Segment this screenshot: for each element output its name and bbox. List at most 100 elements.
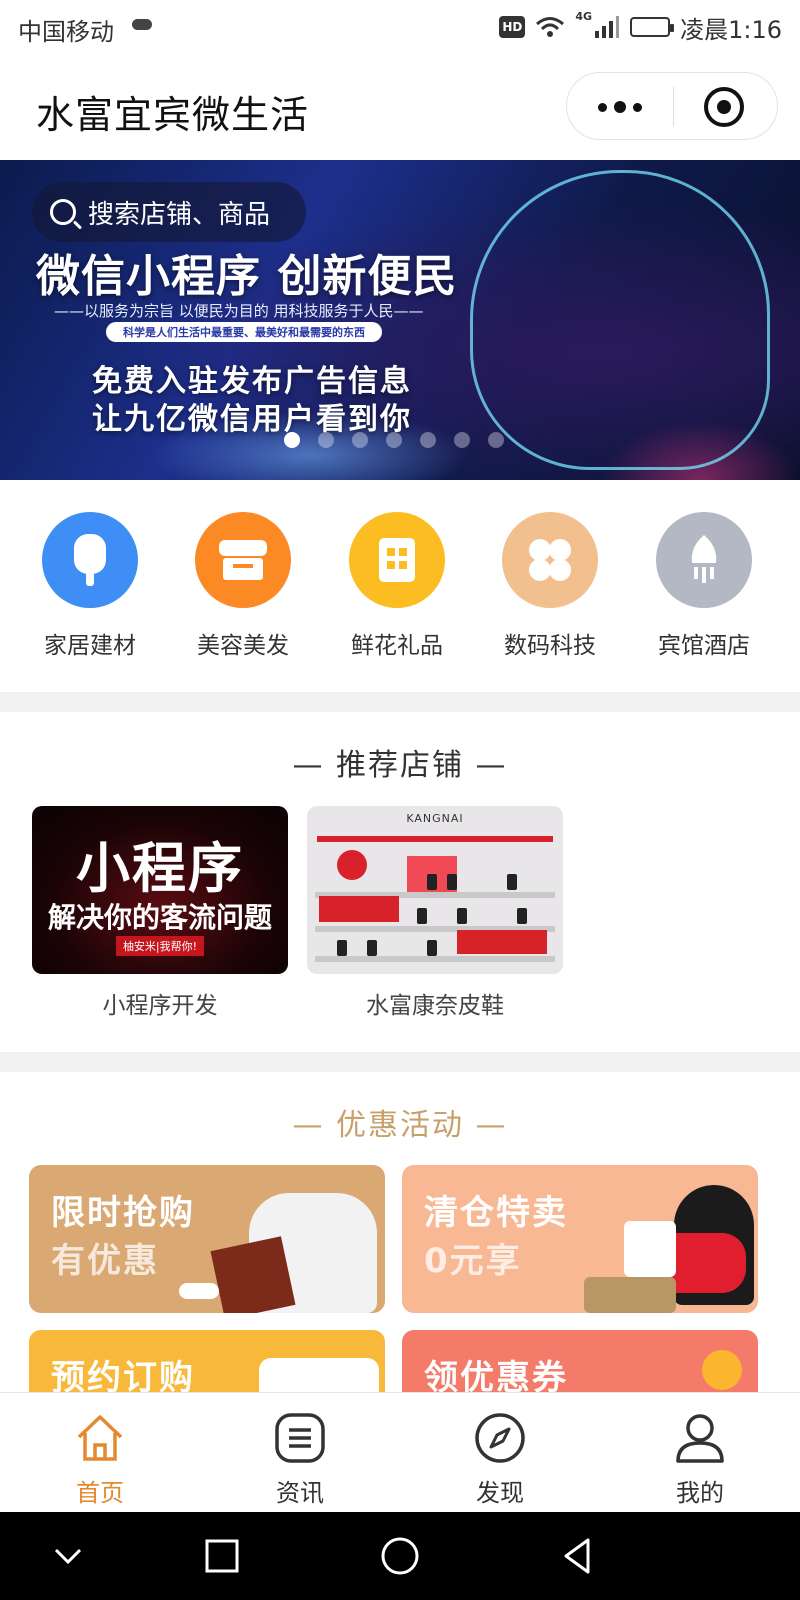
promo-banner[interactable]: 搜索店铺、商品 微信小程序 创新便民 ——以服务为宗旨 以便民为目的 用科技服务… [0, 160, 800, 480]
tab-me[interactable]: 我的 [600, 1393, 800, 1513]
shoe [517, 908, 527, 924]
promo-card-flash-sale[interactable]: 限时抢购 有优惠 [29, 1165, 385, 1313]
banner-pill-text: 科学是人们生活中最重要、最美好和最需要的东西 [106, 322, 382, 342]
pillow-image [210, 1236, 296, 1313]
store-thumbnail: 小程序 解决你的客流问题 柚安米|我帮你! [32, 806, 288, 974]
banner-headline: 微信小程序 创新便民 [36, 251, 458, 302]
thumbnail-brand-text: KANGNAI [406, 812, 464, 825]
battery-icon [630, 17, 675, 37]
thumbnail-mid-text: 解决你的客流问题 [47, 901, 272, 934]
carousel-dot[interactable] [420, 432, 436, 448]
head-outline-graphic [470, 170, 770, 470]
category-item[interactable]: 鲜花礼品 [320, 512, 474, 660]
tab-discover[interactable]: 发现 [400, 1393, 600, 1513]
tab-home[interactable]: 首页 [0, 1393, 200, 1513]
search-bar[interactable]: 搜索店铺、商品 [32, 182, 306, 242]
carousel-indicator[interactable] [284, 432, 504, 448]
carousel-dot[interactable] [352, 432, 368, 448]
user-icon [673, 1411, 727, 1465]
carousel-dot[interactable] [284, 432, 300, 448]
news-icon [273, 1411, 327, 1465]
system-navigation-bar [0, 1512, 800, 1600]
tab-label: 资讯 [276, 1479, 324, 1507]
cloud-icon [132, 19, 152, 30]
store-card[interactable]: 小程序 解决你的客流问题 柚安米|我帮你! 小程序开发 [32, 806, 288, 1020]
bottom-tab-bar: 首页 资讯 发现 我的 [0, 1392, 800, 1512]
shoe [457, 908, 467, 924]
clover-icon [502, 512, 598, 608]
section-divider [0, 692, 800, 712]
flower-display [457, 930, 547, 954]
shoe [417, 908, 427, 924]
category-label: 鲜花礼品 [351, 633, 443, 659]
search-placeholder: 搜索店铺、商品 [88, 199, 271, 230]
category-grid: 家居建材 美容美发 鲜花礼品 数码科技 宾馆酒店 [0, 480, 800, 676]
close-miniprogram-button[interactable] [671, 73, 777, 141]
page-title: 水富宜宾微生活 [36, 93, 310, 137]
back-triangle-icon[interactable] [556, 1534, 600, 1578]
network-type-label: 4G [575, 10, 593, 23]
shoe [507, 874, 517, 890]
promo-card-clearance[interactable]: 清仓特卖 0元享 [402, 1165, 758, 1313]
wifi-icon [536, 17, 565, 37]
shoe [427, 874, 437, 890]
coin-image [702, 1350, 742, 1390]
more-menu-button[interactable] [567, 73, 673, 141]
signal-icon [595, 16, 620, 38]
promotions-section-title: — 优惠活动 — [292, 1108, 508, 1143]
section-divider [0, 1052, 800, 1072]
thumbnail-tag: 柚安米|我帮你! [116, 936, 204, 956]
category-item[interactable]: 宾馆酒店 [627, 512, 781, 660]
planter-image [624, 1221, 676, 1277]
carousel-dot[interactable] [386, 432, 402, 448]
store-thumbnail: KANGNAI [307, 806, 563, 974]
status-bar: 中国移动 HD 4G 凌晨1:16 [0, 0, 800, 56]
store-name: 水富康奈皮鞋 [366, 993, 504, 1019]
wreath-decoration [337, 850, 367, 880]
category-label: 宾馆酒店 [658, 633, 750, 659]
tab-label: 发现 [476, 1479, 524, 1507]
shoe-image [179, 1283, 219, 1299]
home-circle-icon[interactable] [378, 1534, 422, 1578]
flower-display [319, 896, 399, 922]
shelf [315, 956, 555, 962]
home-icon [73, 1411, 127, 1465]
recommend-section-title: — 推荐店铺 — [292, 748, 508, 783]
shelf-trim [317, 836, 553, 842]
shoe [337, 940, 347, 956]
tab-label: 我的 [676, 1479, 724, 1507]
basket-image [584, 1277, 676, 1313]
store-card[interactable]: KANGNAI 水富康奈皮鞋 [307, 806, 563, 1020]
compass-icon [473, 1411, 527, 1465]
shop-awning-icon [195, 512, 291, 608]
carousel-dot[interactable] [318, 432, 334, 448]
banner-subline: ——以服务为宗旨 以便民为目的 用科技服务于人民—— [54, 302, 424, 320]
promo-title: 清仓特卖 [424, 1193, 568, 1233]
shoe [367, 940, 377, 956]
popsicle-icon [42, 512, 138, 608]
promo-subtitle: 有优惠 [51, 1241, 159, 1281]
category-label: 家居建材 [44, 633, 136, 659]
shoe [447, 874, 457, 890]
search-icon [50, 199, 76, 225]
recents-square-icon[interactable] [200, 1534, 244, 1578]
category-item[interactable]: 家居建材 [13, 512, 167, 660]
chevron-down-icon[interactable] [46, 1534, 90, 1578]
carrier-label: 中国移动 [18, 18, 114, 46]
category-label: 数码科技 [504, 633, 596, 659]
category-item[interactable]: 美容美发 [166, 512, 320, 660]
store-name: 小程序开发 [102, 993, 218, 1019]
promotions-title-text: 优惠活动 [336, 1108, 464, 1143]
thumbnail-big-text: 小程序 [76, 837, 244, 900]
tab-news[interactable]: 资讯 [200, 1393, 400, 1513]
category-item[interactable]: 数码科技 [473, 512, 627, 660]
title-bar: 水富宜宾微生活 [0, 56, 800, 160]
promo-title: 限时抢购 [51, 1193, 195, 1233]
carousel-dot[interactable] [454, 432, 470, 448]
tab-label: 首页 [76, 1479, 124, 1507]
promo-subtitle: 0元享 [424, 1241, 522, 1281]
category-label: 美容美发 [197, 633, 289, 659]
hd-icon: HD [499, 16, 526, 38]
carousel-dot[interactable] [488, 432, 504, 448]
building-icon [349, 512, 445, 608]
